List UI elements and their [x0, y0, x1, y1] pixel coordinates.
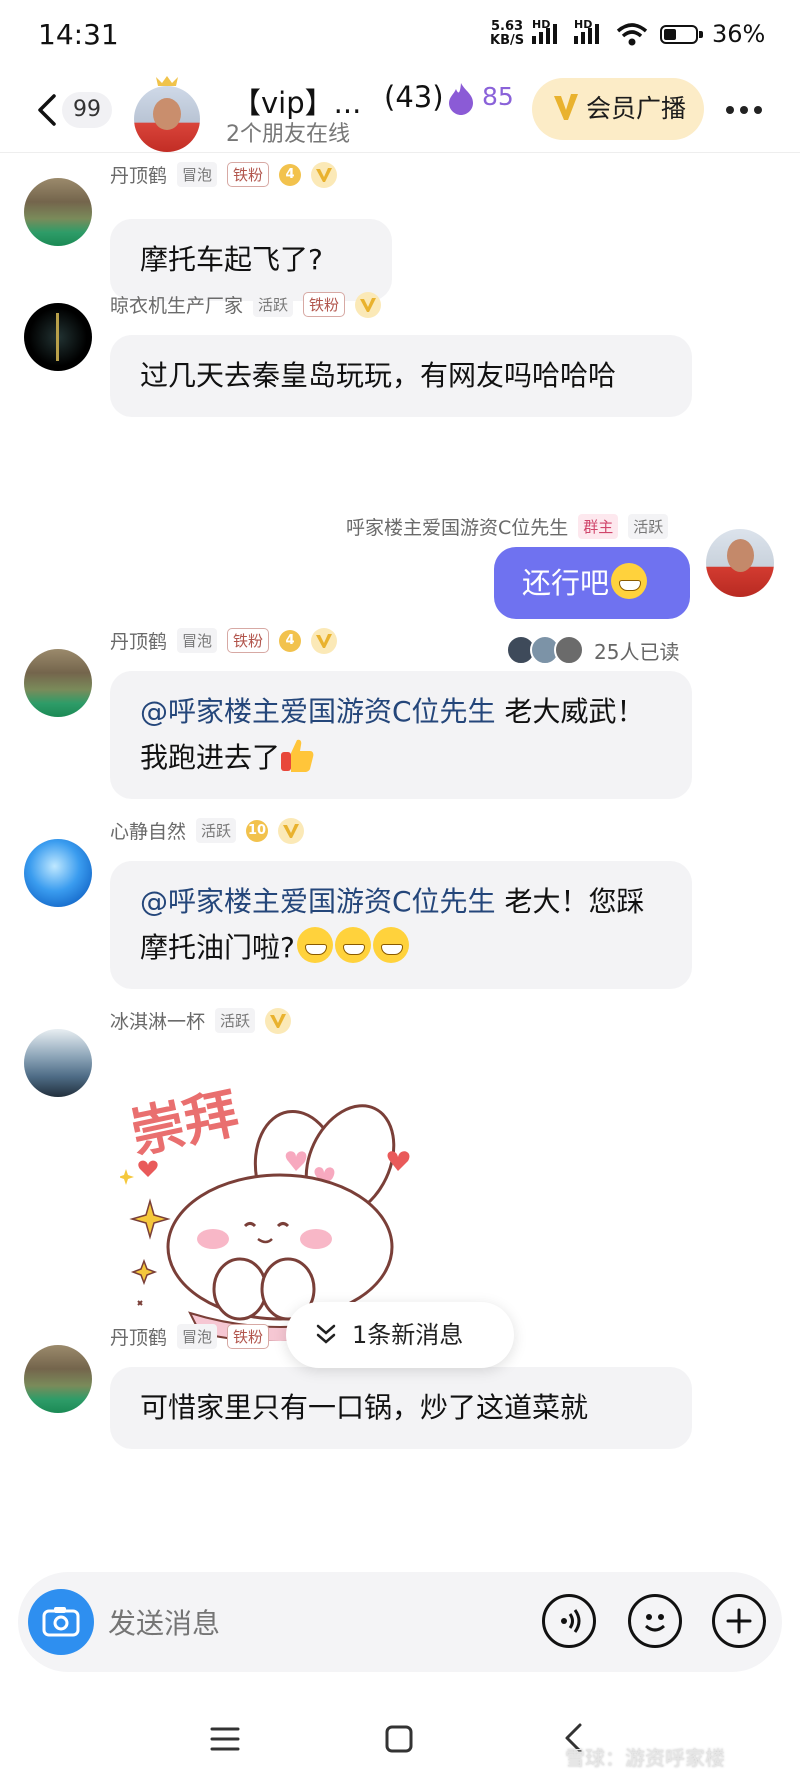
vip-broadcast-label: 会员广播 [586, 94, 687, 123]
sender-name[interactable]: 冰淇淋一杯 [110, 1007, 205, 1034]
vip-broadcast-button[interactable]: 会员广播 [532, 78, 704, 140]
avatar[interactable] [24, 1029, 92, 1097]
home-icon[interactable] [384, 1724, 414, 1754]
sender-name[interactable]: 丹顶鹤 [110, 627, 167, 654]
sender-meta: 丹顶鹤 冒泡 铁粉 4 [110, 161, 338, 188]
read-receipt[interactable]: 25人已读 [506, 635, 679, 665]
sender-meta: 晾衣机生产厂家 活跃 铁粉 [110, 291, 382, 318]
back-arrow-icon[interactable] [32, 90, 62, 130]
activity-tag: 冒泡 [177, 628, 218, 653]
mention-link[interactable]: @呼家楼主爱国游资C位先生 [140, 695, 496, 728]
camera-button[interactable] [28, 1589, 94, 1655]
fan-tag: 铁粉 [227, 1324, 270, 1349]
double-chevron-down-icon [316, 1324, 336, 1344]
new-messages-label: 1条新消息 [352, 1321, 464, 1349]
chat-header: 99 【vip】... (43) 85 2个朋友在线 会员广播 [0, 70, 800, 153]
level-badge: 4 [279, 163, 302, 186]
activity-tag: 活跃 [215, 1008, 256, 1033]
battery-icon [660, 25, 703, 44]
sender-meta: 丹顶鹤 冒泡 铁粉 4 [110, 627, 338, 654]
network-speed: 5.63 KB/S [490, 19, 525, 48]
activity-tag: 活跃 [628, 514, 669, 539]
avatar[interactable] [706, 529, 774, 597]
fire-count: 85 [482, 82, 514, 111]
mention-link[interactable]: @呼家楼主爱国游资C位先生 [140, 885, 496, 918]
grin-emoji-icon [611, 563, 648, 599]
activity-tag: 活跃 [253, 292, 294, 317]
level-badge: 4 [279, 629, 302, 652]
fan-tag: 铁粉 [227, 162, 270, 187]
signal-icon [532, 22, 557, 44]
v-badge-icon [278, 817, 305, 844]
avatar[interactable] [24, 303, 92, 371]
status-bar: 14:31 5.63 KB/S HD HD 36% [0, 0, 800, 70]
voice-button[interactable] [542, 1594, 596, 1648]
thumbs-up-emoji-icon [281, 739, 314, 772]
message-bubble[interactable]: 还行吧 [494, 547, 690, 619]
grin-emoji-icon [372, 927, 409, 963]
menu-icon[interactable] [210, 1726, 240, 1752]
message-input-bar [18, 1572, 782, 1672]
grin-emoji-icon [296, 927, 333, 963]
signal-icon [574, 22, 599, 44]
message-input[interactable] [106, 1596, 540, 1650]
sender-name[interactable]: 呼家楼主爱国游资C位先生 [346, 513, 568, 540]
emoji-button[interactable] [628, 1594, 682, 1648]
sender-name[interactable]: 晾衣机生产厂家 [110, 291, 243, 318]
flame-icon [449, 83, 473, 115]
sticker-caption: 崇拜 [125, 1081, 244, 1165]
online-status: 2个朋友在线 [226, 122, 350, 147]
sender-name[interactable]: 丹顶鹤 [110, 161, 167, 188]
activity-tag: 活跃 [196, 818, 237, 843]
camera-icon [42, 1607, 80, 1637]
activity-tag: 冒泡 [177, 162, 218, 187]
group-avatar[interactable] [134, 86, 200, 152]
unread-count-badge[interactable]: 99 [62, 92, 112, 128]
avatar[interactable] [24, 649, 92, 717]
avatar[interactable] [24, 1345, 92, 1413]
sender-meta: 心静自然 活跃 10 [110, 817, 305, 844]
voice-icon [561, 1609, 581, 1633]
sender-meta: 丹顶鹤 冒泡 铁粉 [110, 1323, 270, 1350]
plus-icon [726, 1608, 752, 1634]
fan-tag: 铁粉 [227, 628, 270, 653]
more-options-icon[interactable] [726, 106, 762, 114]
message-bubble[interactable]: @呼家楼主爱国游资C位先生 老大威武！我跑进去了 [110, 671, 692, 799]
message-bubble[interactable]: 摩托车起飞了? [110, 219, 392, 301]
battery-percent: 36% [712, 20, 766, 48]
reader-avatar [554, 635, 584, 665]
clock: 14:31 [38, 18, 119, 51]
sender-meta: 冰淇淋一杯 活跃 [110, 1007, 292, 1034]
activity-tag: 冒泡 [177, 1324, 218, 1349]
wifi-icon [616, 23, 648, 46]
sticker-image[interactable]: 崇拜 [118, 1051, 440, 1345]
avatar[interactable] [24, 178, 92, 246]
watermark: 雪球：游资呼家楼 [565, 1746, 725, 1770]
add-more-button[interactable] [712, 1594, 766, 1648]
smiley-icon [645, 1614, 665, 1632]
sender-name[interactable]: 丹顶鹤 [110, 1323, 167, 1350]
v-badge-icon [355, 291, 382, 318]
v-badge-icon [265, 1007, 292, 1034]
sender-name[interactable]: 心静自然 [110, 817, 186, 844]
v-badge-icon [554, 94, 578, 120]
owner-tag: 群主 [578, 514, 619, 539]
message-bubble[interactable]: 可惜家里只有一口锅，炒了这道菜就 [110, 1367, 692, 1449]
read-count: 25人已读 [594, 639, 680, 664]
avatar[interactable] [24, 839, 92, 907]
message-bubble[interactable]: @呼家楼主爱国游资C位先生 老大！您踩摩托油门啦? [110, 861, 692, 989]
new-messages-button[interactable]: 1条新消息 [286, 1302, 514, 1368]
level-badge: 10 [246, 819, 269, 842]
fan-tag: 铁粉 [303, 292, 346, 317]
v-badge-icon [311, 161, 338, 188]
v-badge-icon [311, 627, 338, 654]
grin-emoji-icon [334, 927, 371, 963]
member-count: (43) [384, 80, 444, 114]
sender-meta: 呼家楼主爱国游资C位先生 群主 活跃 [346, 513, 669, 540]
message-bubble[interactable]: 过几天去秦皇岛玩玩，有网友吗哈哈哈 [110, 335, 692, 417]
